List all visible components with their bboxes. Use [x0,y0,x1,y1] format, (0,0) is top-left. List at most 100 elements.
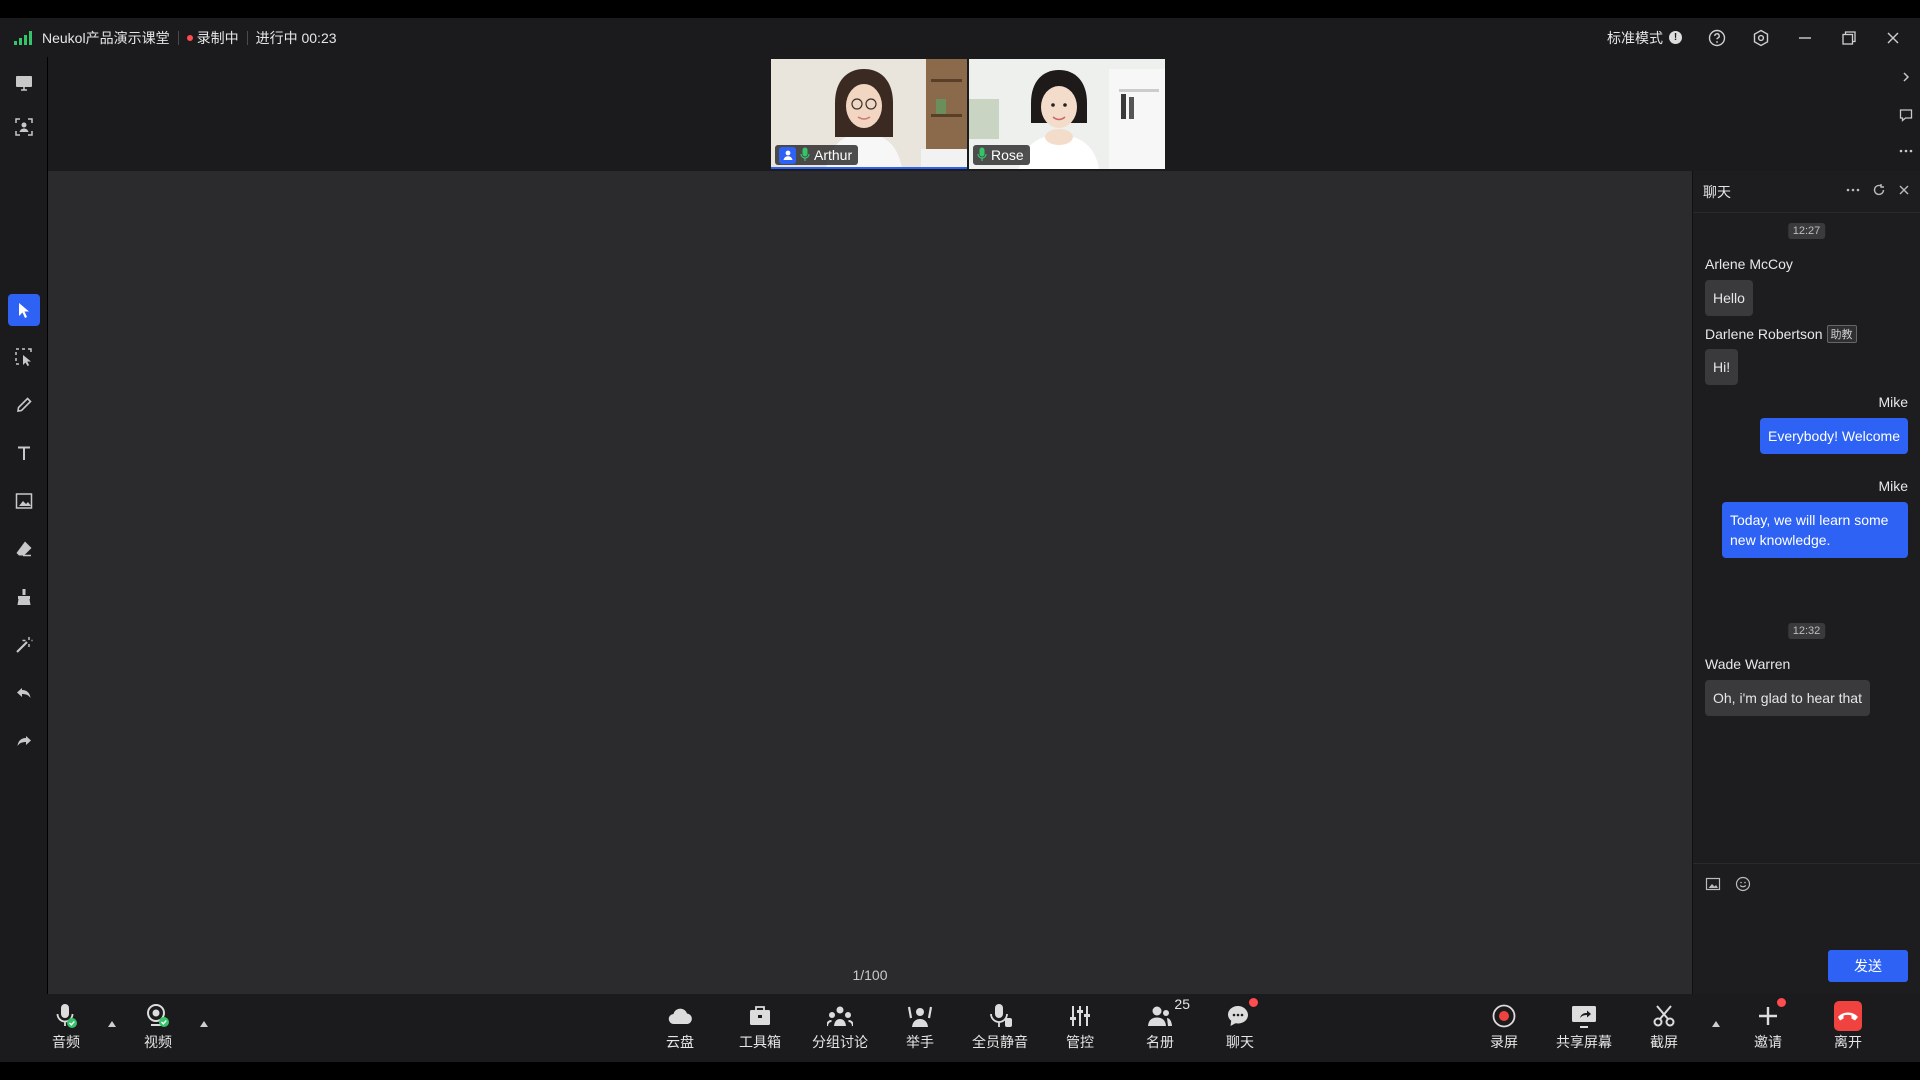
image-tool-icon[interactable] [8,485,40,517]
breakout-button[interactable]: 分组讨论 [806,1002,874,1054]
toolbox-button[interactable]: 工具箱 [726,1002,794,1054]
focus-icon[interactable] [8,111,40,143]
participant-name: Rose [991,147,1024,163]
class-title: Neukol产品演示课堂 [42,29,170,46]
chevron-right-icon[interactable] [1898,69,1914,85]
people-icon: 25 [1146,996,1190,1030]
page-indicator: 1/100 [852,967,888,983]
audio-options-caret-icon[interactable] [106,1018,118,1030]
courseware-icon[interactable] [8,67,40,99]
share-screen-button[interactable]: 共享屏幕 [1550,1002,1618,1054]
cloud-icon [666,1002,694,1030]
right-rail [1892,57,1920,171]
screenshot-button[interactable]: 截屏 [1630,1002,1698,1054]
settings-icon[interactable] [1752,29,1770,47]
chat-close-icon[interactable] [1898,183,1910,200]
eraser-icon[interactable] [8,533,40,565]
participant-label: Arthur [775,145,859,165]
chat-bubble-icon[interactable] [1898,107,1914,123]
hangup-icon [1834,1001,1862,1031]
close-icon[interactable] [1884,29,1902,47]
mute-all-icon [986,1002,1014,1030]
speaking-indicator [771,167,967,169]
redo-icon[interactable] [8,725,40,757]
title-bar: Neukol产品演示课堂 录制中 进行中 00:23 标准模式 ! [0,18,1920,57]
roster-count: 25 [1174,996,1190,1012]
raise-hand-button[interactable]: 举手 [886,1002,954,1054]
chat-more-icon[interactable] [1846,183,1860,200]
clear-broom-icon[interactable] [8,581,40,613]
refresh-icon[interactable] [1872,183,1886,200]
chat-panel: 聊天 12:27 Arlene McCoy Hello Darlene Robe… [1692,171,1920,994]
roster-button[interactable]: 25 名册 [1126,996,1194,1054]
whiteboard-canvas[interactable]: 1/100 [48,171,1692,994]
participant-name: Arthur [814,147,853,163]
video-strip: Arthur Rose [48,57,1892,171]
minimize-icon[interactable] [1796,29,1814,47]
chat-icon [1226,998,1258,1030]
cloud-drive-button[interactable]: 云盘 [646,1002,714,1054]
record-button[interactable]: 录屏 [1470,1002,1538,1054]
info-icon: ! [1669,31,1682,44]
session-status: 进行中 00:23 [255,29,337,46]
message-sender: Darlene Robertson 助教 [1705,325,1857,343]
unread-dot [1249,998,1258,1007]
message-sender: Arlene McCoy [1705,256,1793,272]
participant-label: Rose [973,145,1030,165]
audio-button[interactable]: 音频 [32,1002,100,1054]
message-sender: Mike [1878,478,1908,494]
bottom-edge [0,1062,1920,1080]
host-badge-icon [779,146,796,164]
mic-on-icon [977,147,987,164]
text-tool-icon[interactable] [8,437,40,469]
message-sender: Wade Warren [1705,656,1791,672]
recording-dot-icon [186,34,193,41]
image-icon[interactable] [1705,876,1721,897]
select-tool-icon[interactable] [8,294,40,326]
video-tile-rose[interactable]: Rose [969,59,1165,169]
chat-title: 聊天 [1703,183,1731,200]
mute-all-button[interactable]: 全员静音 [966,1002,1034,1054]
message-bubble: Hi! [1705,349,1739,385]
screenshot-options-caret-icon[interactable] [1710,1018,1722,1030]
message-bubble: Today, we will learn some new knowledge. [1722,502,1908,558]
divider [177,30,179,45]
pen-icon[interactable] [8,389,40,421]
control-button[interactable]: 管控 [1046,1002,1114,1054]
video-options-caret-icon[interactable] [198,1018,210,1030]
scissors-icon [1650,1002,1678,1030]
mode-selector[interactable]: 标准模式 ! [1607,28,1682,48]
control-bar: 音频 视频 云盘 工具箱 分组讨论 举手 全员静音 管控 25 名册 聊天 录屏… [0,994,1920,1062]
chat-input-area[interactable]: 发送 [1693,863,1920,994]
message-sender: Mike [1878,394,1908,410]
share-screen-icon [1570,1002,1598,1030]
whiteboard-toolbar [0,57,48,994]
leave-button[interactable]: 离开 [1814,1001,1882,1054]
video-tile-arthur[interactable]: Arthur [771,59,967,169]
chat-header: 聊天 [1693,171,1920,213]
microphone-icon [52,1002,80,1030]
camera-icon [144,1002,172,1030]
emoji-icon[interactable] [1735,876,1751,897]
more-icon[interactable] [1898,143,1914,159]
toolbox-icon [746,1002,774,1030]
timestamp: 12:32 [1787,623,1826,639]
message-bubble: Everybody! Welcome [1759,418,1908,454]
role-badge: 助教 [1826,325,1857,343]
network-signal-icon [14,30,32,45]
message-bubble: Hello [1705,280,1753,316]
help-icon[interactable] [1708,29,1726,47]
undo-icon[interactable] [8,677,40,709]
divider [246,30,248,45]
invite-dot [1777,998,1786,1007]
video-button[interactable]: 视频 [124,1002,192,1054]
area-select-icon[interactable] [8,341,40,373]
invite-button[interactable]: 邀请 [1734,998,1802,1054]
laser-pointer-icon[interactable] [8,629,40,661]
send-button[interactable]: 发送 [1828,950,1908,982]
recording-status: 录制中 [196,29,239,46]
message-bubble: Oh, i'm glad to hear that [1705,680,1870,716]
plus-icon [1754,998,1786,1030]
chat-button[interactable]: 聊天 [1206,998,1274,1054]
restore-icon[interactable] [1840,29,1858,47]
